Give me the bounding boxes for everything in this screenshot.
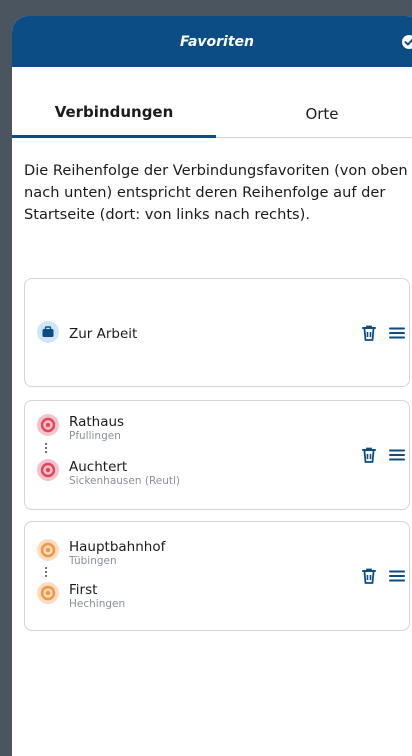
start-stop-place: Pfullingen [69,430,121,442]
destination-stop-name: First [69,582,98,598]
card-actions [359,566,407,586]
route-connector [45,443,47,455]
start-stop-name: Hauptbahnhof [69,539,166,555]
card-actions [359,323,407,343]
stop-marker-icon [37,459,59,485]
stop-marker-icon [37,539,59,565]
tab-verbindungen-label: Verbindungen [54,103,174,121]
drag-handle-icon[interactable] [387,566,407,586]
favorite-card-rathaus-auchtert[interactable]: Rathaus Pfullingen Auchtert Sickenhausen… [24,400,410,510]
start-stop-name: Rathaus [69,414,125,430]
order-description: Die Reihenfolge der Verbindungsfavoriten… [24,162,408,223]
trash-icon[interactable] [359,566,379,586]
favorites-sheet: Favoriten Verbindungen Orte Die Reihenfo… [12,16,412,756]
favorite-label: Zur Arbeit [69,326,138,342]
header-bar: Favoriten [12,16,412,67]
drag-handle-icon[interactable] [387,323,407,343]
page-title: Favoriten [179,33,254,50]
trash-icon[interactable] [359,445,379,465]
card-actions [359,445,407,465]
confirm-check-icon[interactable] [402,35,412,49]
tab-orte[interactable]: Orte [216,67,412,137]
tab-orte-label: Orte [305,105,339,123]
drag-handle-icon[interactable] [387,445,407,465]
tab-verbindungen[interactable]: Verbindungen [12,67,216,138]
destination-stop-place: Sickenhausen (Reutl) [69,475,181,487]
trash-icon[interactable] [359,323,379,343]
destination-stop-name: Auchtert [69,459,128,475]
favorite-card-hauptbahnhof-first[interactable]: Hauptbahnhof Tübingen First Hechingen [24,521,410,631]
route-connector [45,567,47,579]
stop-marker-icon [37,414,59,440]
briefcase-icon [37,321,59,347]
destination-stop-place: Hechingen [69,598,126,610]
tab-bar: Verbindungen Orte [12,67,412,138]
favorite-card-zur-arbeit[interactable]: Zur Arbeit [24,278,410,387]
start-stop-place: Tübingen [69,555,117,567]
stop-marker-icon [37,582,59,608]
